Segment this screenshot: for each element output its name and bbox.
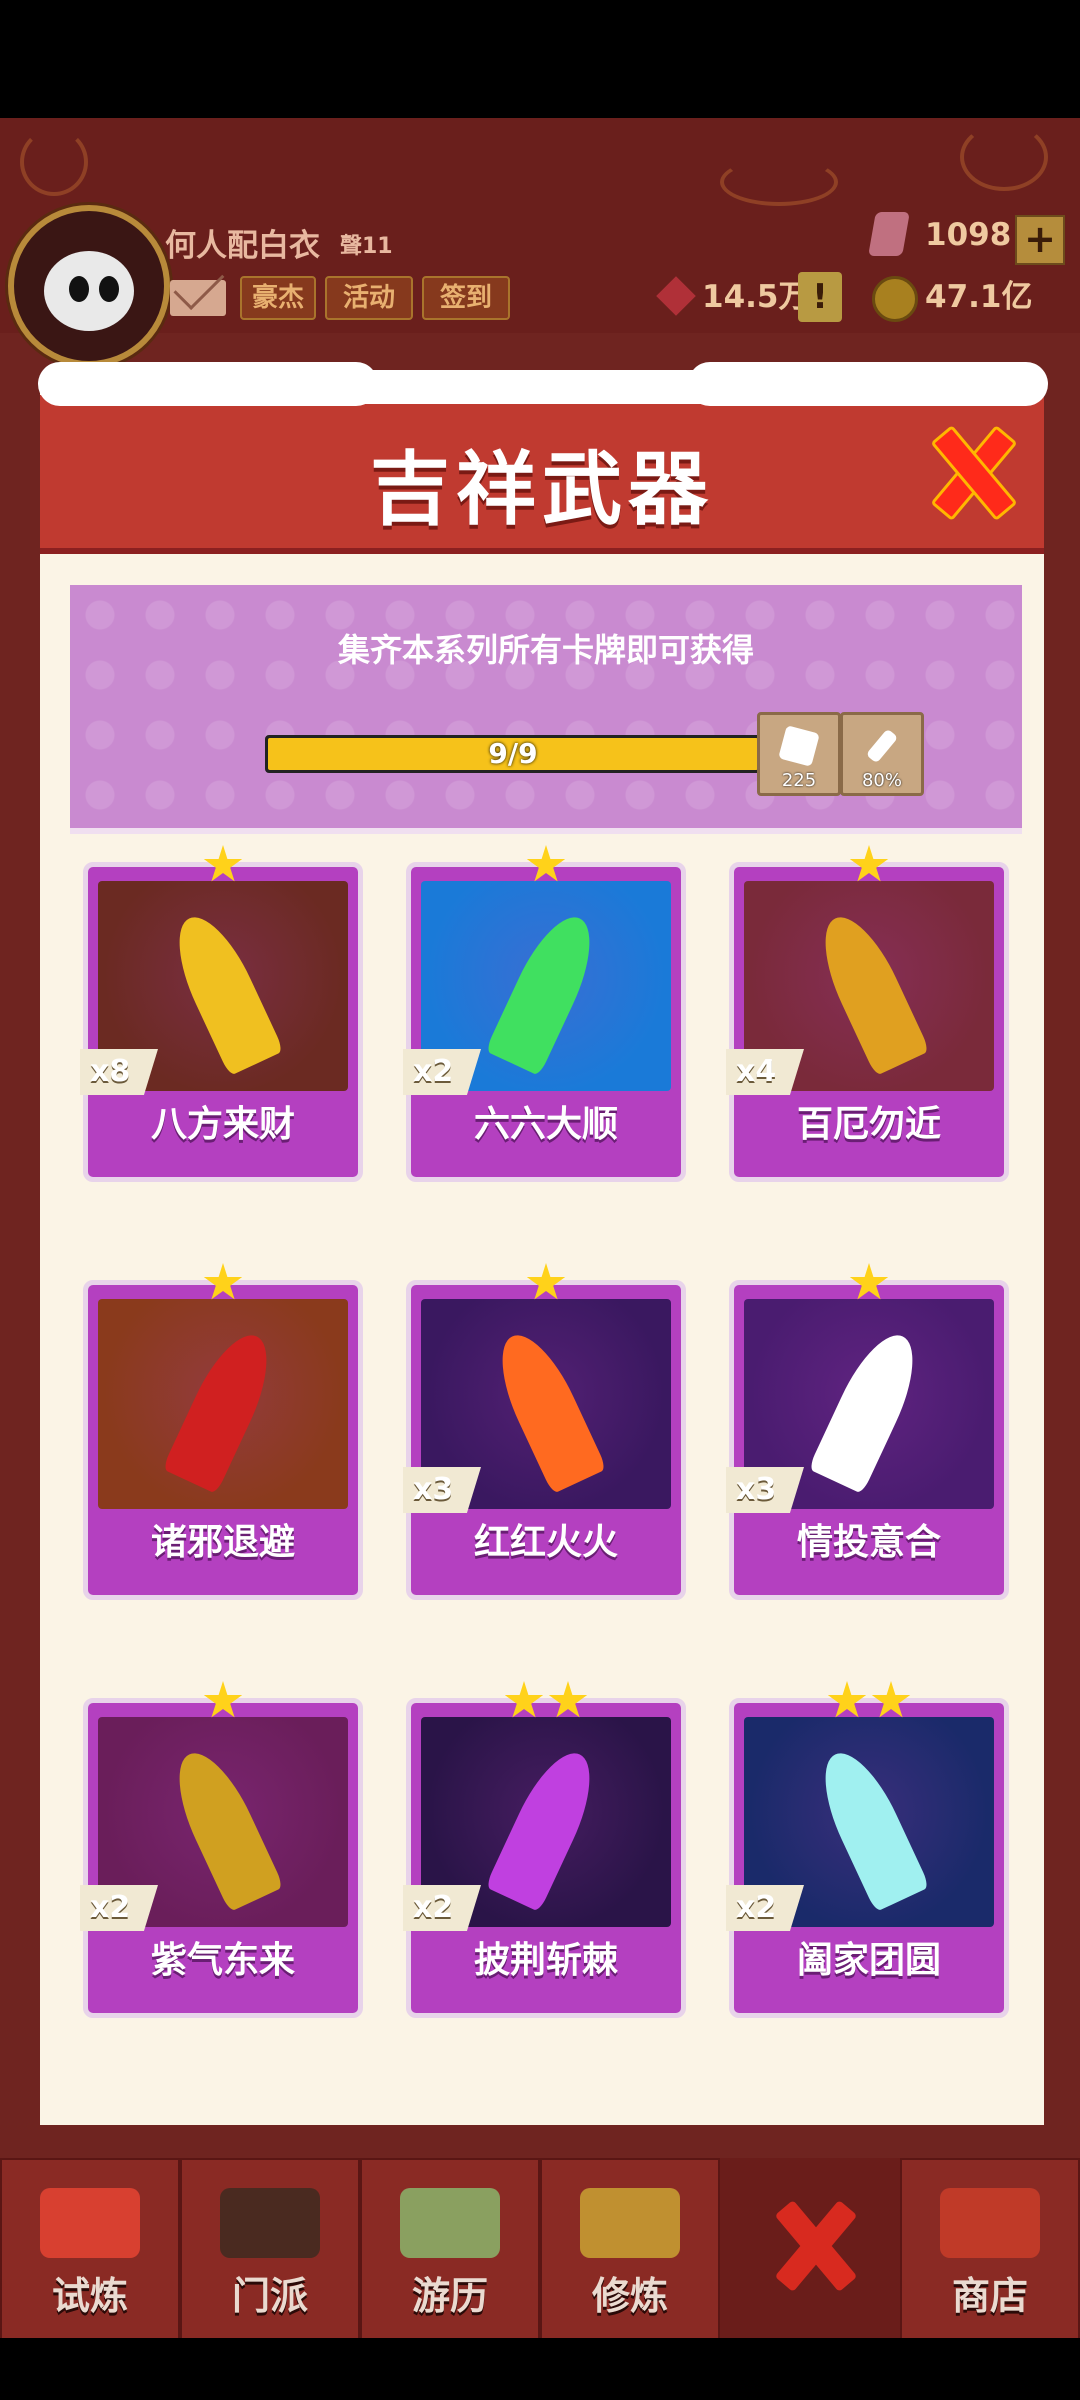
weapon-art [98, 1299, 348, 1509]
gold-count: 47.1亿 [925, 279, 1033, 315]
card-name: 披荆斩棘 [473, 1940, 618, 1981]
weapon-icon [485, 1323, 607, 1495]
nav-shop-label: 商店 [951, 2274, 1028, 2318]
status-bar-area [0, 0, 1080, 118]
power-value: 14.5万 [702, 279, 810, 315]
weapon-card[interactable]: x2 六六大顺 [403, 845, 686, 1182]
checkin-button[interactable]: 签到 [422, 276, 510, 320]
card-name: 八方来财 [150, 1104, 295, 1145]
snow-decoration [38, 362, 1048, 410]
nav-travel-label: 游历 [411, 2274, 488, 2318]
set-progress-banner: 集齐本系列所有卡牌即可获得 9/9 225 80% [70, 585, 1022, 834]
weapon-card[interactable]: x8 八方来财 [80, 845, 363, 1182]
close-button[interactable] [924, 424, 1018, 522]
nav-sect-label: 门派 [231, 2274, 308, 2318]
card-name: 百厄勿近 [796, 1104, 941, 1145]
sword-icon [865, 728, 899, 764]
card-name: 情投意合 [796, 1522, 941, 1563]
gold-coin-icon [872, 276, 918, 322]
card-name: 红红火火 [473, 1522, 618, 1563]
weapon-icon [162, 905, 284, 1077]
add-gems-button[interactable]: + [1015, 215, 1065, 265]
weapon-icon [162, 1323, 284, 1495]
heroes-button[interactable]: 豪杰 [240, 276, 316, 320]
gem-count: 1098 [925, 217, 1012, 253]
weapon-icon [485, 1741, 607, 1913]
player-avatar[interactable] [8, 205, 170, 367]
weapon-icon [162, 1741, 284, 1913]
mail-icon[interactable] [170, 280, 226, 316]
shop-icon [940, 2188, 1040, 2258]
dice-icon [778, 725, 820, 767]
reward-sword[interactable]: 80% [840, 712, 924, 796]
dialog-header: 吉祥武器 [40, 395, 1044, 554]
dialog-title: 吉祥武器 [370, 443, 714, 536]
weapon-card[interactable]: 诸邪退避 [83, 1263, 363, 1600]
weapon-icon [808, 1741, 930, 1913]
events-button[interactable]: 活动 [325, 276, 413, 320]
card-name: 阖家团圆 [796, 1940, 941, 1981]
collection-progress-bar: 9/9 [265, 735, 761, 773]
nav-cultivate-label: 修炼 [591, 2274, 668, 2318]
bottom-nav: 试炼 门派 游历 修炼 商店 [0, 2158, 1080, 2342]
trial-icon [40, 2188, 140, 2258]
reward-sword-label: 80% [861, 770, 902, 791]
weapon-card[interactable]: x3 红红火火 [403, 1263, 686, 1600]
weapon-icon [808, 1323, 930, 1495]
weapon-card[interactable]: x3 情投意合 [726, 1263, 1009, 1600]
travel-icon [400, 2188, 500, 2258]
system-nav-area [0, 2338, 1080, 2400]
card-name: 诸邪退避 [150, 1522, 295, 1563]
reward-dice-label: 225 [781, 770, 817, 791]
nav-sect[interactable]: 门派 [180, 2158, 360, 2342]
player-level: 聲11 [340, 234, 393, 259]
nav-trial[interactable]: 试炼 [0, 2158, 180, 2342]
nav-trial-label: 试炼 [51, 2274, 128, 2318]
banner-text: 集齐本系列所有卡牌即可获得 [337, 631, 754, 669]
nav-travel[interactable]: 游历 [360, 2158, 540, 2342]
nav-cultivate[interactable]: 修炼 [540, 2158, 720, 2342]
player-name: 何人配白衣 [165, 228, 320, 264]
card-name: 紫气东来 [150, 1940, 295, 1981]
weapon-card[interactable]: x2 阖家团圆 [726, 1681, 1009, 2018]
reward-dice[interactable]: 225 [757, 712, 841, 796]
weapon-card[interactable]: x4 百厄勿近 [726, 845, 1009, 1182]
sect-icon [220, 2188, 320, 2258]
card-name: 六六大顺 [473, 1104, 618, 1145]
weapon-icon [808, 905, 930, 1077]
cultivate-icon [580, 2188, 680, 2258]
alert-button[interactable]: ! [798, 272, 842, 322]
weapon-card[interactable]: x2 披荆斩棘 [403, 1681, 686, 2018]
weapon-icon [485, 905, 607, 1077]
nav-shop[interactable]: 商店 [900, 2158, 1080, 2342]
weapon-card[interactable]: x2 紫气东来 [80, 1681, 363, 2018]
progress-text: 9/9 [488, 737, 538, 770]
nav-close-icon[interactable] [770, 2199, 860, 2293]
